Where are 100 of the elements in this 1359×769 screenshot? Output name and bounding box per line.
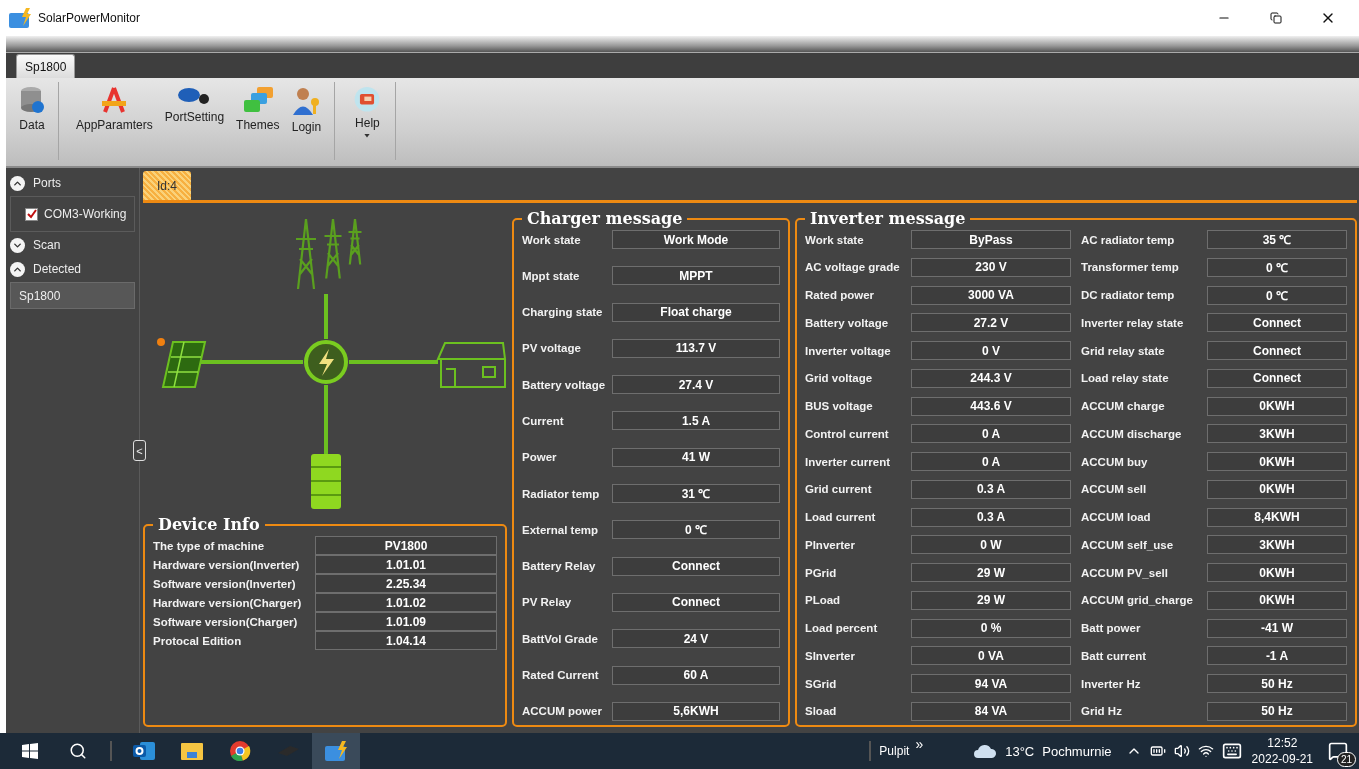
field-label: ACCUM self_use (1081, 537, 1175, 552)
weather-condition: Pochmurnie (1042, 743, 1112, 759)
value-display: 1.5 A (612, 411, 780, 431)
clock-date: 2022-09-21 (1251, 751, 1313, 767)
value-display: 244.3 V (911, 368, 1071, 388)
port-label: COM3-Working (44, 207, 127, 221)
value-display: 230 V (911, 257, 1071, 277)
value-display: Connect (1207, 368, 1347, 388)
ribbon-button[interactable]: Help (347, 82, 388, 142)
volume-icon[interactable] (1173, 743, 1190, 759)
field-label: ACCUM discharge (1081, 426, 1183, 441)
ribbon-button[interactable]: Login (286, 82, 327, 142)
value-display: 0KWH (1207, 590, 1347, 610)
ribbon-button[interactable]: AppParamters (71, 82, 158, 142)
field-label: Software version(Inverter) (153, 576, 297, 591)
value-display: 0KWH (1207, 563, 1347, 582)
clock-time: 12:52 (1267, 735, 1298, 751)
toolbar-label[interactable]: Pulpit (879, 744, 910, 758)
value-display: 35 ℃ (1207, 230, 1347, 249)
panel-title: Device Info (157, 515, 261, 534)
field-label: AC voltage grade (805, 260, 901, 275)
ribbon-button[interactable]: Themes (231, 82, 285, 142)
battery-icon[interactable] (1149, 743, 1166, 759)
value-display: 0 A (911, 452, 1071, 471)
field-label: Charging state (522, 305, 604, 320)
field-label: PV Relay (522, 595, 573, 610)
section-header[interactable]: Ports (8, 172, 137, 194)
value-display: 0 W (911, 535, 1071, 555)
field-label: Power (522, 450, 558, 465)
value-display: 3KWH (1207, 424, 1347, 444)
value-display: MPPT (612, 266, 780, 286)
value-display: 94 VA (911, 674, 1071, 693)
field-label: Inverter voltage (805, 343, 892, 358)
field-label: Rated Current (522, 668, 600, 683)
value-display: 0 ℃ (1207, 257, 1347, 277)
field-label: Control current (805, 426, 890, 441)
value-display: Float charge (612, 302, 780, 322)
cloud-icon (973, 743, 998, 759)
value-display: 0 VA (911, 646, 1071, 666)
value-display: 50 Hz (1207, 674, 1347, 693)
value-display: 1.04.14 (315, 631, 497, 650)
value-display: Connect (612, 592, 780, 612)
folder-icon (180, 741, 204, 761)
field-label: Sload (805, 704, 838, 719)
field-label: PInverter (805, 537, 856, 552)
value-display: 3000 VA (911, 285, 1071, 305)
value-display: 2.25.34 (315, 574, 497, 593)
collapse-button[interactable]: < (133, 440, 146, 461)
taskbar-app[interactable] (312, 733, 360, 769)
field-label: DC radiator temp (1081, 288, 1176, 302)
value-display: Connect (1207, 341, 1347, 360)
section-header[interactable]: Detected (8, 258, 137, 280)
device-tab[interactable]: Id:4 (143, 171, 191, 200)
field-label: Work state (522, 232, 582, 247)
value-display: Connect (612, 556, 780, 576)
value-display: 5,6KWH (612, 701, 780, 721)
value-display: -41 W (1207, 618, 1347, 638)
value-display: 0KWH (1207, 452, 1347, 471)
value-display: 50 Hz (1207, 701, 1347, 721)
field-label: Hardware version(Charger) (153, 595, 303, 610)
weather-temperature: 13°C (1005, 743, 1035, 759)
port-item[interactable]: COM3-Working (10, 196, 135, 232)
field-label: Inverter relay state (1081, 315, 1185, 330)
device-item[interactable]: Sp1800 (10, 282, 135, 309)
field-label: Battery voltage (522, 377, 606, 392)
toolbar-more-button[interactable]: » (915, 736, 924, 752)
ribbon-button[interactable]: Data (14, 82, 50, 142)
field-label: Radiator temp (522, 486, 601, 501)
value-display: 29 W (911, 590, 1071, 610)
field-label: ACCUM power (522, 704, 603, 719)
restore-icon (1270, 12, 1282, 24)
field-label: The type of machine (153, 538, 266, 553)
keyboard-icon[interactable] (1221, 741, 1242, 761)
value-display: 0 V (911, 341, 1071, 360)
value-display: 0 ℃ (612, 520, 780, 540)
ribbon-tab[interactable]: Sp1800 (16, 54, 76, 78)
value-display: 0.3 A (911, 479, 1071, 499)
field-label: Battery Relay (522, 559, 597, 574)
field-label: Software version(Charger) (153, 614, 299, 629)
caret-icon (364, 134, 371, 138)
value-display: PV1800 (315, 536, 497, 555)
field-label: Load relay state (1081, 371, 1170, 386)
value-display: 113.7 V (612, 338, 780, 358)
value-display: 60 A (612, 665, 780, 685)
value-display: 3KWH (1207, 535, 1347, 555)
windows-logo-icon (22, 743, 38, 759)
checkbox[interactable] (25, 207, 38, 221)
section-header[interactable]: Scan (8, 234, 137, 256)
value-display: -1 A (1207, 646, 1347, 666)
field-label: BUS voltage (805, 399, 874, 413)
value-display: Connect (1207, 313, 1347, 333)
solar-app-icon (324, 740, 348, 762)
value-display: 27.4 V (612, 375, 780, 395)
field-label: Grid Hz (1081, 704, 1123, 719)
checkmark-icon (26, 209, 37, 219)
field-label: Load percent (805, 621, 879, 635)
wifi-icon[interactable] (1197, 743, 1214, 759)
ribbon-button[interactable]: PortSetting (159, 82, 230, 142)
user-key-icon (291, 86, 322, 116)
database-icon (19, 86, 45, 114)
